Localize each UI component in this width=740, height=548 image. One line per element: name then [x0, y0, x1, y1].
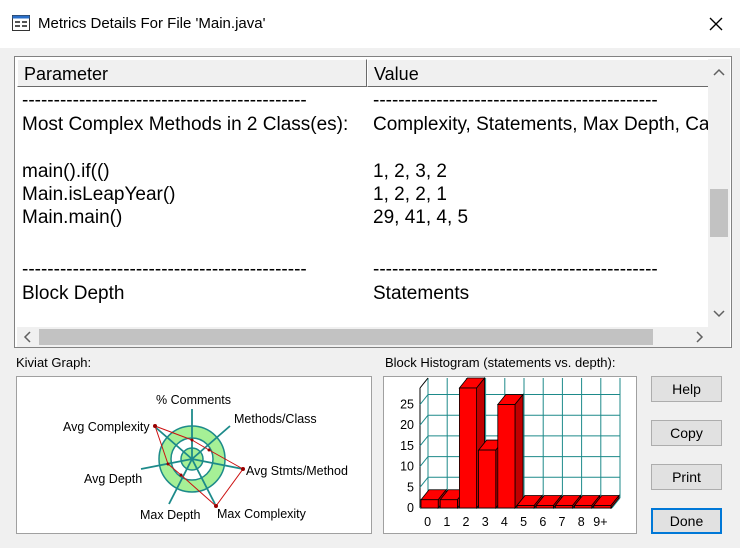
- table-row[interactable]: ----------------------------------------…: [17, 259, 710, 283]
- done-button[interactable]: Done: [651, 508, 722, 534]
- scroll-down-icon[interactable]: [713, 310, 725, 318]
- histogram-x-tick-label: 7: [559, 515, 566, 529]
- cell-parameter: Most Complex Methods in 2 Class(es):: [22, 114, 349, 135]
- table-row[interactable]: [17, 235, 710, 259]
- copy-button[interactable]: Copy: [651, 420, 722, 446]
- cell-parameter: Main.main(): [22, 207, 123, 228]
- histogram-bar: [459, 387, 478, 509]
- kiviat-axis-label: Avg Stmts/Method: [246, 464, 348, 478]
- table-body: ----------------------------------------…: [17, 87, 710, 327]
- horizontal-scroll-thumb[interactable]: [39, 329, 653, 345]
- kiviat-axis-label: Max Complexity: [217, 507, 307, 521]
- kiviat-graph-canvas: % Comments Methods/Class Avg Stmts/Metho…: [63, 393, 348, 522]
- scroll-up-icon[interactable]: [713, 68, 725, 76]
- print-button[interactable]: Print: [651, 464, 722, 490]
- histogram-gridline: [419, 414, 429, 426]
- window-icon: [12, 15, 30, 31]
- help-button[interactable]: Help: [651, 376, 722, 402]
- scroll-right-icon[interactable]: [696, 331, 704, 343]
- histogram-bar: [420, 499, 439, 509]
- kiviat-axis-label: Avg Complexity: [63, 420, 150, 434]
- kiviat-graph: % Comments Methods/Class Avg Stmts/Metho…: [16, 376, 372, 534]
- histogram-x-tick-label: 1: [443, 515, 450, 529]
- histogram-x-tick-label: 3: [482, 515, 489, 529]
- histogram-y-axis: [419, 377, 429, 389]
- histogram-bar: [478, 449, 497, 509]
- kiviat-axis-label: Methods/Class: [234, 412, 317, 426]
- vertical-scrollbar[interactable]: [708, 59, 730, 327]
- histogram-x-tick-label: 5: [520, 515, 527, 529]
- table-row[interactable]: Block Depth Statements: [17, 283, 710, 307]
- metrics-table[interactable]: Parameter Value ------------------------…: [14, 56, 732, 348]
- histogram-x-tick-label: 0: [424, 515, 431, 529]
- kiviat-axis-label: Avg Depth: [84, 472, 142, 486]
- histogram-y-tick-label: 20: [400, 418, 414, 432]
- cell-value: ----------------------------------------…: [373, 90, 658, 111]
- histogram-bar: [535, 505, 554, 509]
- window-title: Metrics Details For File 'Main.java': [38, 15, 266, 32]
- histogram-bar: [516, 505, 535, 509]
- histogram-y-tick-label: 25: [400, 398, 414, 412]
- table-row[interactable]: Main.main() 29, 41, 4, 5: [17, 207, 710, 231]
- kiviat-axis-label: % Comments: [156, 393, 231, 407]
- histogram-bar: [497, 404, 516, 509]
- close-button[interactable]: [694, 4, 738, 44]
- header-value[interactable]: Value: [367, 59, 710, 87]
- cell-value: ----------------------------------------…: [373, 259, 658, 280]
- histogram-y-tick-label: 5: [407, 480, 414, 494]
- table-header: Parameter Value: [17, 59, 710, 87]
- cell-value: 1, 2, 3, 2: [373, 161, 447, 182]
- cell-value: 1, 2, 2, 1: [373, 184, 447, 205]
- cell-value: Complexity, Statements, Max Depth, Calls: [373, 114, 710, 135]
- kiviat-axis-label: Max Depth: [140, 508, 200, 522]
- histogram-bar: [439, 499, 458, 509]
- histogram-gridline: [419, 435, 429, 447]
- histogram-label: Block Histogram (statements vs. depth):: [385, 355, 616, 370]
- histogram-canvas: 25201510500 1 2 3 4 5 6 7 8 9+: [400, 376, 621, 529]
- vertical-scroll-thumb[interactable]: [710, 189, 728, 237]
- histogram-x-tick-label: 6: [539, 515, 546, 529]
- histogram-gridline: [419, 394, 429, 405]
- scrollbar-corner: [708, 327, 730, 347]
- histogram-x-tick-label: 4: [501, 515, 508, 529]
- block-histogram: 25 20 15 10 5 0 0 1 2 3 4 5 6 7 8 9+: [383, 376, 637, 534]
- title-bar: Metrics Details For File 'Main.java': [0, 0, 740, 48]
- cell-parameter: Block Depth: [22, 283, 125, 304]
- histogram-y-tick-label: 0: [407, 501, 414, 515]
- header-parameter[interactable]: Parameter: [17, 59, 367, 87]
- cell-parameter: Main.isLeapYear(): [22, 184, 176, 205]
- table-row[interactable]: Most Complex Methods in 2 Class(es): Com…: [17, 114, 710, 138]
- histogram-bar: [574, 505, 593, 509]
- histogram-bar: [593, 505, 612, 509]
- histogram-bar: [554, 505, 573, 509]
- table-row[interactable]: main().if(() 1, 2, 3, 2: [17, 161, 710, 185]
- cell-parameter: ----------------------------------------…: [22, 90, 307, 111]
- table-row[interactable]: [17, 138, 710, 162]
- histogram-x-tick-label: 8: [578, 515, 585, 529]
- histogram-bars: [420, 376, 620, 510]
- close-icon: [709, 17, 723, 31]
- cell-parameter: ----------------------------------------…: [22, 259, 307, 280]
- histogram-bar-side: [514, 393, 524, 510]
- histogram-gridline: [419, 456, 429, 467]
- table-row[interactable]: ----------------------------------------…: [17, 90, 710, 114]
- histogram-x-tick-label: 9+: [593, 515, 607, 529]
- histogram-x-tick-label: 2: [463, 515, 470, 529]
- histogram-y-tick-label: 10: [400, 460, 414, 474]
- scroll-left-icon[interactable]: [23, 331, 31, 343]
- horizontal-scrollbar[interactable]: [17, 327, 710, 347]
- histogram-y-tick-label: 15: [400, 439, 414, 453]
- cell-value: Statements: [373, 283, 470, 304]
- cell-parameter: main().if((): [22, 161, 110, 182]
- kiviat-label: Kiviat Graph:: [16, 355, 92, 370]
- cell-value: 29, 41, 4, 5: [373, 207, 469, 228]
- histogram-gridline: [419, 476, 429, 488]
- table-row[interactable]: Main.isLeapYear() 1, 2, 2, 1: [17, 184, 710, 208]
